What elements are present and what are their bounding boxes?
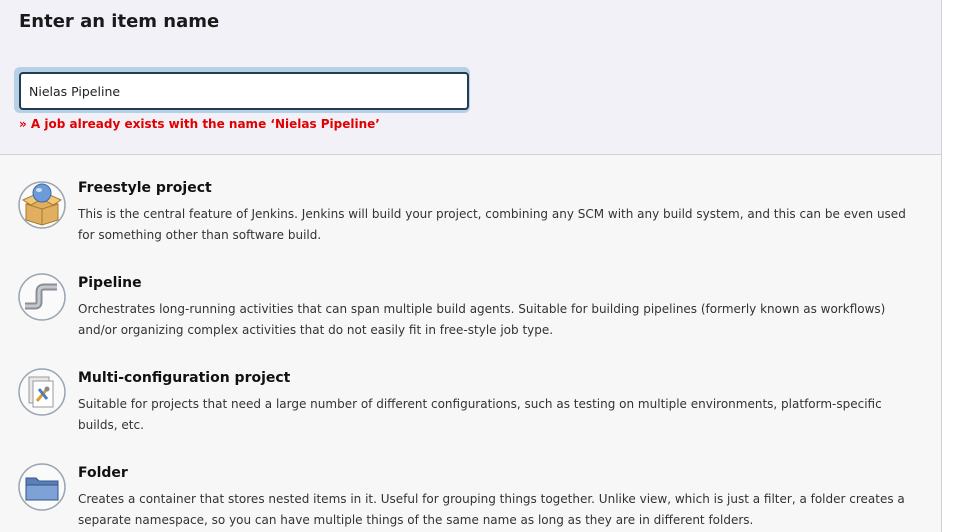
name-error-message: » A job already exists with the name ‘Ni…: [19, 117, 380, 131]
item-name-input[interactable]: [19, 72, 469, 110]
item-type-pipeline[interactable]: Pipeline Orchestrates long-running activ…: [0, 273, 941, 365]
item-type-folder[interactable]: Folder Creates a container that stores n…: [0, 463, 941, 532]
item-title: Pipeline: [78, 275, 142, 291]
item-description: Suitable for projects that need a large …: [78, 397, 882, 432]
pipeline-icon: [18, 273, 66, 321]
page-title: Enter an item name: [19, 11, 220, 32]
item-type-multi-configuration[interactable]: Multi-configuration project Suitable for…: [0, 368, 941, 460]
item-title: Multi-configuration project: [78, 370, 291, 386]
folder-icon: [18, 463, 66, 511]
item-type-list: Freestyle project This is the central fe…: [0, 155, 942, 532]
multi-configuration-icon: [18, 368, 66, 416]
item-title: Freestyle project: [78, 180, 212, 196]
item-description: Orchestrates long-running activities tha…: [78, 302, 886, 337]
item-description: This is the central feature of Jenkins. …: [78, 207, 906, 242]
item-description: Creates a container that stores nested i…: [78, 492, 905, 527]
item-type-freestyle[interactable]: Freestyle project This is the central fe…: [0, 180, 941, 270]
item-title: Folder: [78, 465, 128, 481]
freestyle-project-icon: [18, 181, 66, 229]
item-name-section: Enter an item name » A job already exist…: [0, 0, 942, 155]
